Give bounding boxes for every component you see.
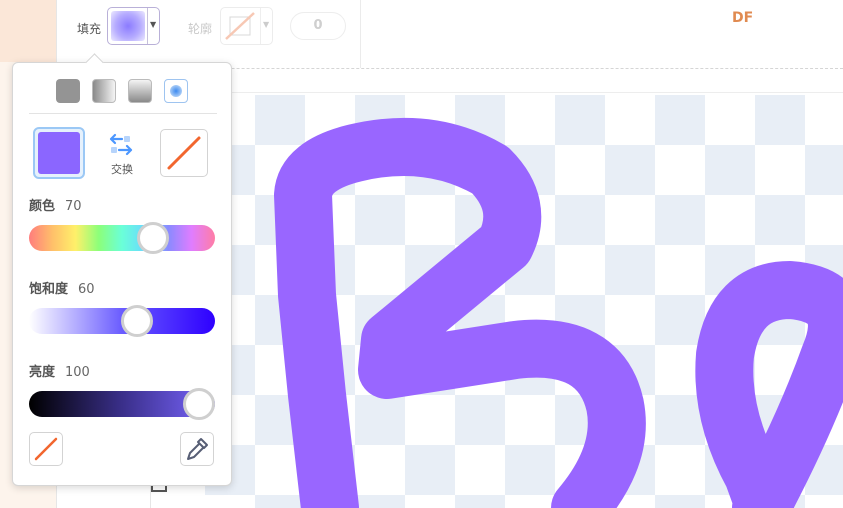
- fill-color-preview: [111, 11, 145, 41]
- paint-canvas[interactable]: [205, 95, 843, 508]
- outline-label: 轮廓: [188, 22, 213, 36]
- no-color-slash-icon: [167, 136, 201, 170]
- outline-color-button[interactable]: ▼: [220, 7, 273, 45]
- hue-slider-thumb[interactable]: [136, 222, 169, 254]
- gradient-horizontal-button[interactable]: [92, 79, 116, 103]
- selected-costume-tab[interactable]: [0, 0, 56, 62]
- radial-gradient-icon: [170, 85, 182, 97]
- saturation-slider[interactable]: [29, 305, 215, 337]
- swap-label: 交换: [111, 163, 133, 176]
- color-a-preview: [38, 132, 80, 174]
- brightness-value: 100: [65, 365, 90, 380]
- no-color-slash-icon: [34, 437, 58, 461]
- no-fill-button[interactable]: [29, 432, 63, 466]
- costume-name-label: DF: [732, 10, 754, 26]
- caret-down-icon: ▼: [150, 20, 157, 29]
- drawn-bo-strokes: [274, 117, 843, 508]
- eyedropper-icon: [187, 438, 208, 460]
- hue-label: 颜色 70: [29, 199, 82, 214]
- brightness-slider-thumb[interactable]: [183, 388, 215, 420]
- gradient-radial-button[interactable]: [164, 79, 188, 103]
- saturation-slider-thumb[interactable]: [121, 305, 154, 337]
- hue-value: 70: [65, 199, 82, 214]
- eyedropper-button[interactable]: [180, 432, 214, 466]
- gradient-color-a-swatch[interactable]: [33, 127, 85, 179]
- paint-toolbar: 填充 ▼ 轮廓 ▼ 0 DF: [62, 0, 843, 69]
- brightness-label: 亮度 100: [29, 365, 90, 380]
- fill-label: 填充: [77, 22, 102, 36]
- outline-none-icon: [225, 12, 255, 40]
- fill-color-button[interactable]: ▼: [107, 7, 160, 45]
- fill-color-popover: 交换 颜色 70 饱和度 60 亮度 100: [12, 62, 232, 486]
- caret-down-icon: ▼: [263, 20, 270, 29]
- swap-arrows-icon: [109, 133, 133, 156]
- swap-colors-button[interactable]: 交换: [107, 133, 137, 179]
- saturation-value: 60: [78, 282, 95, 297]
- gradient-vertical-button[interactable]: [128, 79, 152, 103]
- gradient-solid-button[interactable]: [56, 79, 80, 103]
- saturation-label: 饱和度 60: [29, 282, 95, 297]
- brightness-slider[interactable]: [29, 388, 215, 420]
- hue-slider[interactable]: [29, 222, 215, 254]
- stroke-width-input[interactable]: 0: [290, 12, 346, 40]
- gradient-color-b-swatch[interactable]: [160, 129, 208, 177]
